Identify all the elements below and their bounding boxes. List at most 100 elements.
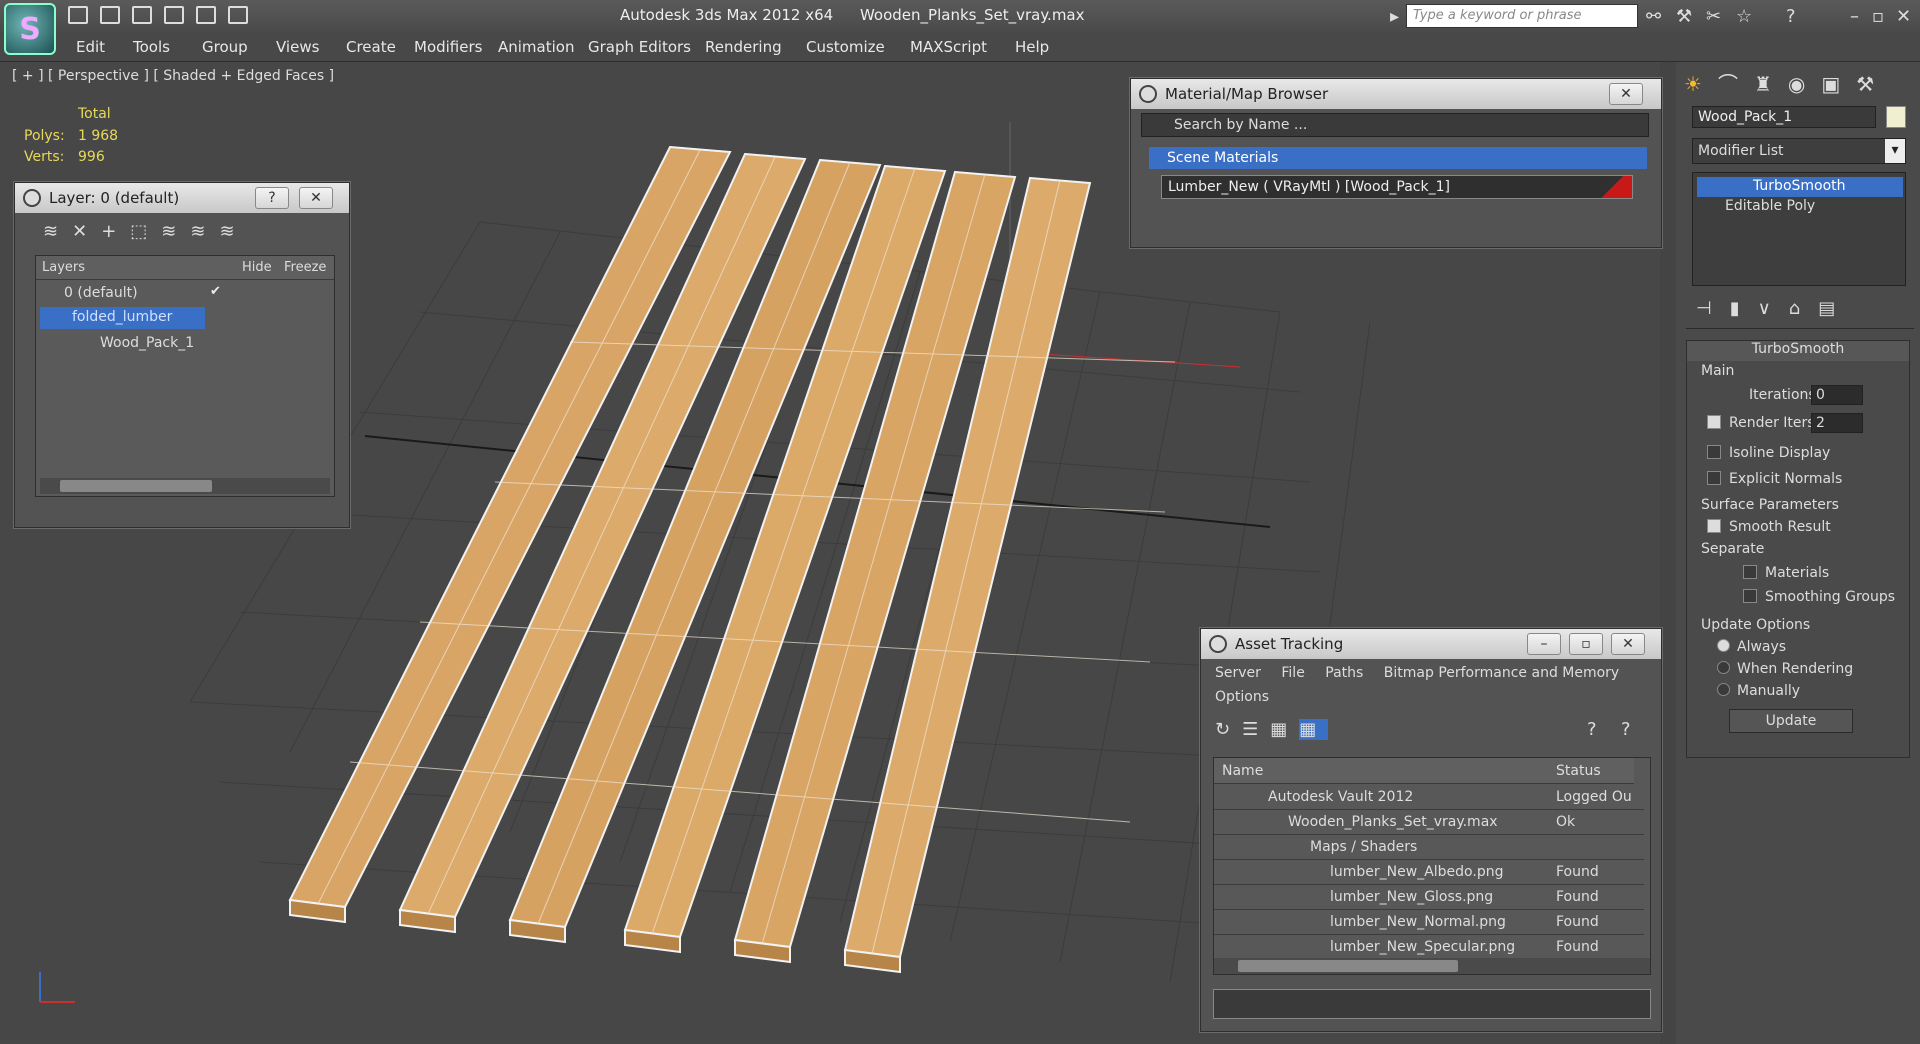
explicit-normals-checkbox[interactable] — [1707, 471, 1721, 485]
open-file-icon[interactable] — [68, 6, 88, 24]
table-row[interactable]: Autodesk Vault 2012 Logged Ou — [1214, 786, 1644, 810]
maximize-button[interactable]: ▫ — [1569, 633, 1603, 655]
manually-radio[interactable] — [1717, 683, 1730, 696]
freeze-all-icon[interactable]: ≋ — [219, 221, 248, 242]
viewport-label[interactable]: [ + ] [ Perspective ] [ Shaded + Edged F… — [12, 68, 334, 84]
rollout-title[interactable]: TurboSmooth — [1687, 341, 1909, 361]
update-button[interactable]: Update — [1729, 709, 1853, 733]
star-icon[interactable]: ☆ — [1736, 6, 1752, 27]
modify-tab-icon[interactable]: ⌒ — [1718, 72, 1754, 96]
layer-row-wood-pack[interactable]: Wood_Pack_1 — [100, 332, 194, 356]
scroll-thumb[interactable] — [60, 480, 212, 492]
menu-group[interactable]: Group — [202, 38, 248, 56]
menu-create[interactable]: Create — [346, 38, 396, 56]
pin-stack-icon[interactable]: ⊣ — [1696, 298, 1730, 319]
menu-bitmap-performance[interactable]: Bitmap Performance and Memory — [1384, 665, 1619, 681]
grid-view-icon[interactable]: ▦ — [1299, 719, 1329, 740]
modifier-list-dropdown[interactable]: Modifier List ▾ — [1692, 138, 1906, 164]
create-tab-icon[interactable]: ☀ — [1684, 72, 1718, 96]
col-layers[interactable]: Layers — [42, 260, 85, 275]
menu-views[interactable]: Views — [276, 38, 319, 56]
col-freeze[interactable]: Freeze — [284, 260, 326, 275]
motion-tab-icon[interactable]: ◉ — [1788, 72, 1821, 96]
hide-all-icon[interactable]: ≋ — [190, 221, 219, 242]
hold-icon[interactable] — [196, 6, 216, 24]
select-objects-icon[interactable]: ⬚ — [130, 221, 161, 242]
list-icon[interactable]: ☰ — [1242, 719, 1270, 740]
binoculars-icon[interactable]: ⚯ — [1646, 6, 1661, 27]
close-button[interactable]: ✕ — [299, 187, 333, 209]
refresh-icon[interactable]: ↻ — [1215, 719, 1242, 740]
col-name[interactable]: Name — [1222, 763, 1263, 779]
app-logo-icon[interactable]: S — [4, 3, 56, 55]
menu-customize[interactable]: Customize — [806, 38, 885, 56]
object-color-swatch[interactable] — [1886, 106, 1906, 128]
layer-row-folded-lumber[interactable]: folded_lumber — [40, 307, 205, 329]
smoothing-groups-checkbox[interactable] — [1743, 589, 1757, 603]
menu-maxscript[interactable]: MAXScript — [910, 38, 987, 56]
highlight-layer-icon[interactable]: ≋ — [161, 221, 190, 242]
hierarchy-tab-icon[interactable]: ♜ — [1754, 72, 1788, 96]
help-button[interactable]: ? — [255, 187, 289, 209]
display-tab-icon[interactable]: ▣ — [1821, 72, 1856, 96]
close-button[interactable]: ✕ — [1611, 633, 1645, 655]
render-iters-spinner[interactable]: 2 — [1811, 413, 1863, 433]
delete-layer-icon[interactable]: ✕ — [72, 221, 101, 242]
menu-rendering[interactable]: Rendering — [705, 38, 782, 56]
table-row[interactable]: Wooden_Planks_Set_vray.max Ok — [1214, 811, 1644, 835]
menu-server[interactable]: Server — [1215, 665, 1261, 681]
material-item[interactable]: Lumber_New ( VRayMtl ) [Wood_Pack_1] — [1161, 175, 1633, 199]
scroll-thumb[interactable] — [1238, 960, 1458, 972]
help-settings-icon[interactable]: ? — [1621, 719, 1631, 740]
arrow-right-icon[interactable]: ▸ — [1390, 6, 1399, 27]
table-row[interactable]: lumber_New_Albedo.png Found — [1214, 861, 1644, 885]
isoline-checkbox[interactable] — [1707, 445, 1721, 459]
menu-file[interactable]: File — [1281, 665, 1304, 681]
minimize-icon[interactable]: – — [1850, 6, 1859, 27]
table-row[interactable]: lumber_New_Specular.png Found — [1214, 936, 1644, 960]
remove-modifier-icon[interactable]: ⌂ — [1789, 298, 1818, 319]
undo-icon[interactable] — [132, 6, 152, 24]
menu-options[interactable]: Options — [1215, 689, 1269, 705]
configure-sets-icon[interactable]: ▤ — [1818, 298, 1853, 319]
tools-icon[interactable]: ⚒ — [1676, 6, 1692, 27]
layer-panel-title[interactable]: Layer: 0 (default) ? ✕ — [15, 183, 349, 213]
wood-planks[interactable] — [288, 145, 1176, 974]
menu-animation[interactable]: Animation — [498, 38, 574, 56]
when-rendering-radio[interactable] — [1717, 661, 1730, 674]
menu-edit[interactable]: Edit — [76, 38, 105, 56]
minimize-button[interactable]: – — [1527, 633, 1561, 655]
material-browser-title[interactable]: Material/Map Browser ✕ — [1131, 79, 1661, 109]
layer-row-default[interactable]: 0 (default) — [64, 282, 138, 306]
col-status[interactable]: Status — [1556, 763, 1601, 779]
scene-materials-header[interactable]: Scene Materials — [1149, 147, 1647, 169]
menu-help[interactable]: Help — [1015, 38, 1049, 56]
help-icon[interactable]: ? — [1587, 719, 1597, 740]
new-layer-icon[interactable]: ≋ — [43, 221, 72, 242]
table-row[interactable]: lumber_New_Gloss.png Found — [1214, 886, 1644, 910]
close-button[interactable]: ✕ — [1609, 83, 1643, 105]
make-unique-icon[interactable]: ∨ — [1758, 298, 1789, 319]
asset-path-field[interactable] — [1213, 989, 1651, 1019]
always-radio[interactable] — [1717, 639, 1730, 652]
menu-graph-editors[interactable]: Graph Editors — [588, 38, 691, 56]
utilities-tab-icon[interactable]: ⚒ — [1856, 72, 1890, 96]
material-search-input[interactable]: Search by Name ... — [1141, 113, 1649, 137]
stack-item-turbosmooth[interactable]: TurboSmooth — [1697, 177, 1903, 197]
object-name-field[interactable]: Wood_Pack_1 — [1692, 106, 1876, 128]
bitmap-icon[interactable]: ▦ — [1270, 719, 1299, 740]
menu-tools[interactable]: Tools — [133, 38, 170, 56]
col-hide[interactable]: Hide — [242, 260, 272, 275]
close-icon[interactable]: ✕ — [1896, 6, 1911, 27]
stack-item-editable-poly[interactable]: Editable Poly — [1697, 197, 1903, 217]
chevron-down-icon[interactable]: ▾ — [1885, 139, 1905, 163]
add-to-layer-icon[interactable]: + — [101, 221, 130, 242]
asset-tracking-title[interactable]: Asset Tracking – ▫ ✕ — [1201, 629, 1661, 659]
horizontal-scrollbar[interactable] — [1214, 958, 1650, 974]
materials-checkbox[interactable] — [1743, 565, 1757, 579]
horizontal-scrollbar[interactable] — [40, 478, 330, 494]
communication-icon[interactable]: ✂ — [1706, 6, 1721, 27]
iterations-spinner[interactable]: 0 — [1811, 385, 1863, 405]
fetch-icon[interactable] — [228, 6, 248, 24]
table-row[interactable]: Maps / Shaders — [1214, 836, 1644, 860]
